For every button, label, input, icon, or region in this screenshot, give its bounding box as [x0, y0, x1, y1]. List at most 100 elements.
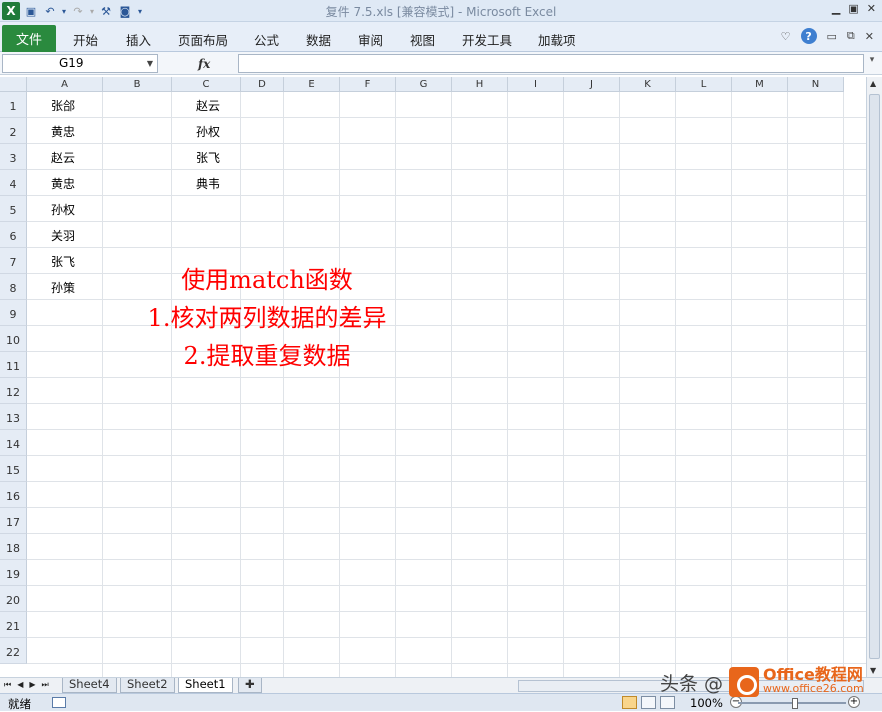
- watermark-url: www.office26.com: [763, 682, 864, 695]
- row-header-17[interactable]: 17: [0, 508, 27, 534]
- tab-insert[interactable]: 插入: [126, 30, 151, 49]
- row-header-14[interactable]: 14: [0, 430, 27, 456]
- workbook-minimize-icon[interactable]: ▭: [827, 30, 837, 43]
- gridline-vertical: [843, 92, 844, 677]
- cell-a6[interactable]: 关羽: [51, 227, 75, 244]
- gridline-horizontal: [27, 195, 866, 196]
- column-header-g[interactable]: G: [396, 77, 452, 92]
- tab-formulas[interactable]: 公式: [254, 30, 279, 49]
- cell-a7[interactable]: 张飞: [51, 253, 75, 270]
- gridline-vertical: [787, 92, 788, 677]
- row-header-4[interactable]: 4: [0, 170, 27, 196]
- sheet-tab-sheet2[interactable]: Sheet2: [120, 678, 175, 693]
- cell-c3[interactable]: 张飞: [196, 149, 220, 166]
- gridline-horizontal: [27, 429, 866, 430]
- insert-sheet-icon[interactable]: ✚: [238, 678, 262, 693]
- maximize-icon[interactable]: ▣: [848, 2, 858, 15]
- minimize-icon[interactable]: ▁: [832, 2, 840, 15]
- close-icon[interactable]: ✕: [867, 2, 876, 15]
- row-header-2[interactable]: 2: [0, 118, 27, 144]
- formula-input[interactable]: [238, 54, 864, 73]
- ribbon: 文件 开始 插入 页面布局 公式 数据 审阅 视图 开发工具 加载项 ♡ ? ▭…: [0, 22, 882, 52]
- column-header-b[interactable]: B: [103, 77, 172, 92]
- vertical-scrollbar[interactable]: ▲ ▼: [866, 77, 882, 677]
- tab-data[interactable]: 数据: [306, 30, 331, 49]
- cell-a1[interactable]: 张郃: [51, 97, 75, 114]
- expand-formula-bar-icon[interactable]: ▾: [866, 55, 878, 72]
- sheet-tab-sheet1[interactable]: Sheet1: [178, 678, 233, 693]
- cell-a5[interactable]: 孙权: [51, 201, 75, 218]
- prev-sheet-icon[interactable]: ◀: [17, 680, 23, 690]
- normal-view-icon[interactable]: [622, 696, 637, 709]
- worksheet-grid[interactable]: A B C D E F G H I J K L M N 1 2 3 4 5 6 7 8 9 10 11 12 13 14 15 16 17 1…: [0, 77, 866, 677]
- next-sheet-icon[interactable]: ▶: [29, 680, 35, 690]
- column-header-f[interactable]: F: [340, 77, 396, 92]
- tab-view[interactable]: 视图: [410, 30, 435, 49]
- gridline-horizontal: [27, 143, 866, 144]
- gridline-vertical: [619, 92, 620, 677]
- row-header-18[interactable]: 18: [0, 534, 27, 560]
- row-header-11[interactable]: 11: [0, 352, 27, 378]
- tab-developer[interactable]: 开发工具: [462, 30, 512, 49]
- cell-c4[interactable]: 典韦: [196, 175, 220, 192]
- row-header-7[interactable]: 7: [0, 248, 27, 274]
- column-header-h[interactable]: H: [452, 77, 508, 92]
- row-header-15[interactable]: 15: [0, 456, 27, 482]
- column-header-m[interactable]: M: [732, 77, 788, 92]
- row-header-3[interactable]: 3: [0, 144, 27, 170]
- row-header-22[interactable]: 22: [0, 638, 27, 664]
- vertical-scroll-thumb[interactable]: [869, 94, 880, 659]
- tab-review[interactable]: 审阅: [358, 30, 383, 49]
- file-tab[interactable]: 文件: [2, 25, 56, 52]
- ribbon-collapse-icon[interactable]: ♡: [781, 30, 791, 43]
- workbook-restore-icon[interactable]: ⧉: [847, 29, 855, 43]
- cell-c2[interactable]: 孙权: [196, 123, 220, 140]
- first-sheet-icon[interactable]: ⏮: [4, 680, 11, 690]
- gridline-horizontal: [27, 377, 866, 378]
- workbook-close-icon[interactable]: ✕: [865, 30, 874, 43]
- row-header-8[interactable]: 8: [0, 274, 27, 300]
- scroll-up-icon[interactable]: ▲: [870, 79, 876, 88]
- column-header-c[interactable]: C: [172, 77, 241, 92]
- macro-record-icon[interactable]: [52, 697, 66, 708]
- cell-a3[interactable]: 赵云: [51, 149, 75, 166]
- column-header-j[interactable]: J: [564, 77, 620, 92]
- row-header-12[interactable]: 12: [0, 378, 27, 404]
- row-header-21[interactable]: 21: [0, 612, 27, 638]
- sheet-tab-sheet4[interactable]: Sheet4: [62, 678, 117, 693]
- column-header-a[interactable]: A: [27, 77, 103, 92]
- row-header-6[interactable]: 6: [0, 222, 27, 248]
- select-all-corner[interactable]: [0, 77, 27, 92]
- row-header-13[interactable]: 13: [0, 404, 27, 430]
- row-header-1[interactable]: 1: [0, 92, 27, 118]
- last-sheet-icon[interactable]: ⏭: [42, 680, 49, 690]
- gridline-horizontal: [27, 559, 866, 560]
- column-header-d[interactable]: D: [241, 77, 284, 92]
- row-header-20[interactable]: 20: [0, 586, 27, 612]
- row-header-16[interactable]: 16: [0, 482, 27, 508]
- row-header-10[interactable]: 10: [0, 326, 27, 352]
- cell-c1[interactable]: 赵云: [196, 97, 220, 114]
- name-box[interactable]: G19 ▼: [2, 54, 158, 73]
- column-header-i[interactable]: I: [508, 77, 564, 92]
- gridline-horizontal: [27, 403, 866, 404]
- gridline-vertical: [675, 92, 676, 677]
- tab-page-layout[interactable]: 页面布局: [178, 30, 228, 49]
- cell-a4[interactable]: 黄忠: [51, 175, 75, 192]
- column-header-k[interactable]: K: [620, 77, 676, 92]
- row-header-9[interactable]: 9: [0, 300, 27, 326]
- help-icon[interactable]: ?: [800, 28, 817, 44]
- column-header-n[interactable]: N: [788, 77, 844, 92]
- column-header-l[interactable]: L: [676, 77, 732, 92]
- cell-a8[interactable]: 孙策: [51, 279, 75, 296]
- row-header-5[interactable]: 5: [0, 196, 27, 222]
- column-header-e[interactable]: E: [284, 77, 340, 92]
- tab-add-ins[interactable]: 加载项: [538, 30, 576, 49]
- window-title: 复件 7.5.xls [兼容模式] - Microsoft Excel: [325, 5, 557, 19]
- row-header-19[interactable]: 19: [0, 560, 27, 586]
- tab-home[interactable]: 开始: [73, 30, 98, 49]
- name-box-dropdown-icon[interactable]: ▼: [147, 55, 153, 72]
- page-layout-view-icon[interactable]: [641, 696, 656, 709]
- cell-a2[interactable]: 黄忠: [51, 123, 75, 140]
- insert-function-icon[interactable]: fx: [198, 57, 210, 71]
